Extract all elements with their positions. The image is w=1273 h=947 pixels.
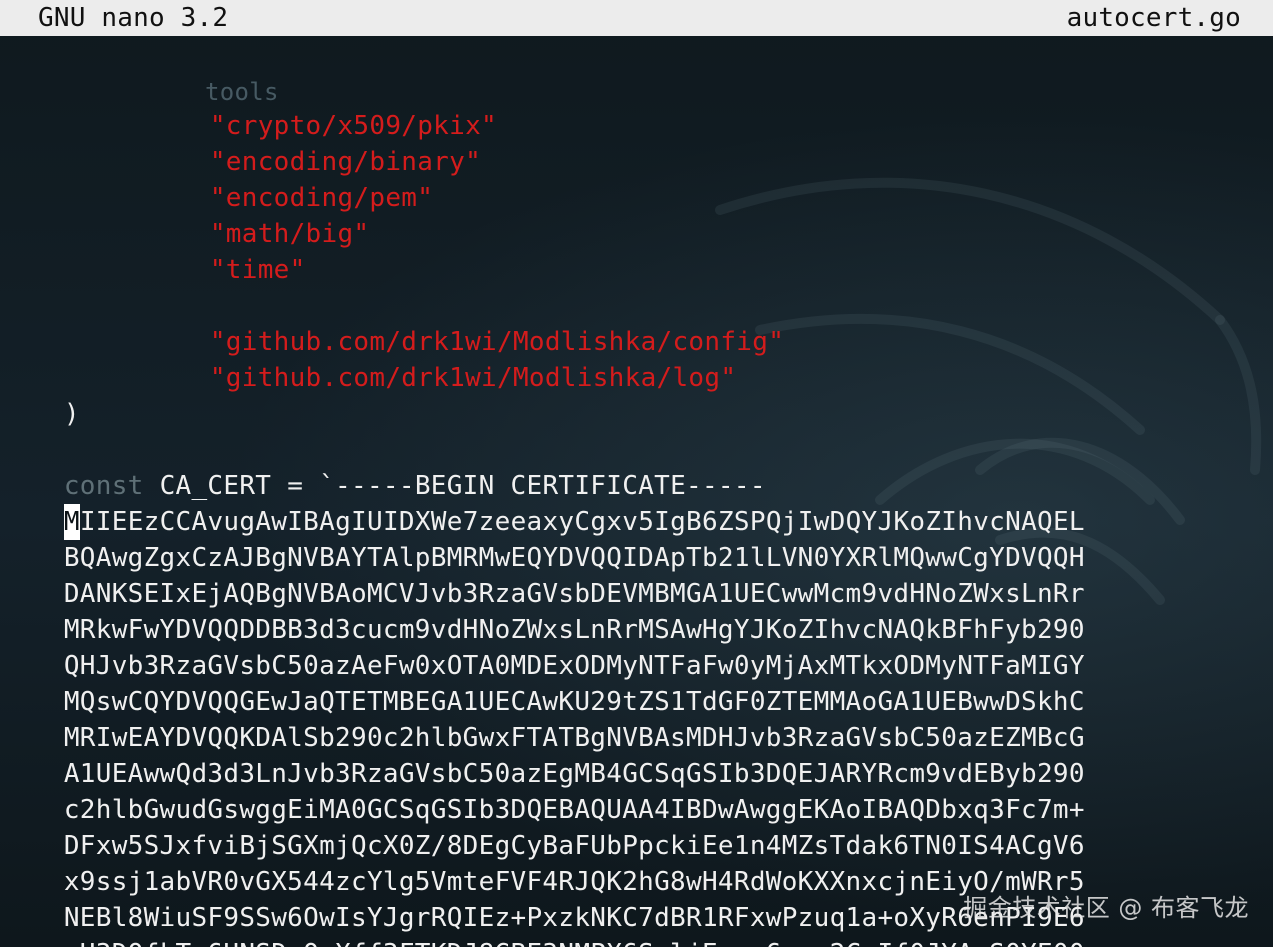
editor-line: MIIEEzCCAvugAwIBAgIUIDXWe7zeeaxyCgxv5IgB… <box>0 468 1085 540</box>
code-text: +H3DQfkTy6HNSDcQpXff3FTKDJ8GBE3NMPX6S+lj… <box>64 939 1085 947</box>
editor-line: MRkwFwYDVQQDDBB3d3cucm9vdHNoZWxsLnRrMSAw… <box>0 576 1085 645</box>
editor-line: ) <box>0 360 80 429</box>
editor-line: x9ssj1abVR0vGX544zcYlg5VmteFVF4RJQK2hG8w… <box>0 828 1085 897</box>
editor-line: MQswCQYDVQQGEwJaQTETMBEGA1UECAwKU29tZS1T… <box>0 648 1085 717</box>
editor-line: "math/big" <box>0 180 369 249</box>
editor-line: MRIwEAYDVQQKDAlSb290c2hlbGwxFTATBgNVBAsM… <box>0 684 1085 753</box>
editor-line: c2hlbGwudGswggEiMA0GCSqGSIb3DQEBAQUAA4IB… <box>0 756 1085 825</box>
code-text: "github.com/drk1wi/Modlishka/log" <box>209 363 737 393</box>
nano-title-bar: GNU nano 3.2 autocert.go <box>0 0 1273 36</box>
code-text: ) <box>63 399 80 429</box>
editor-line: BQAwgZgxCzAJBgNVBAYTAlpBMRMwEQYDVQQIDApT… <box>0 504 1085 573</box>
editor-line: "encoding/binary" <box>0 108 481 177</box>
editor-line: DFxw5SJxfviBjSGXmjQcX0Z/8DEgCyBaFUbPpcki… <box>0 792 1085 861</box>
editor-line: "encoding/pem" <box>0 144 433 213</box>
app-version: GNU nano 3.2 <box>38 3 229 33</box>
editor-line: DANKSEIxEjAQBgNVBAoMCVJvb3RzaGVsbDEVMBMG… <box>0 540 1085 609</box>
editor-line: NEBl8WiuSF9SSw6OwIsYJgrRQIEz+PxzkNKC7dBR… <box>0 864 1085 933</box>
watermark-text: 掘金技术社区 @ 布客飞龙 <box>963 894 1249 922</box>
editor-text-area[interactable]: tools "crypto/x509/pkix" "encoding/binar… <box>0 38 1273 947</box>
editor-line: const CA_CERT = `-----BEGIN CERTIFICATE-… <box>0 432 766 501</box>
editor-line: +H3DQfkTy6HNSDcQpXff3FTKDJ8GBE3NMPX6S+lj… <box>0 900 1085 947</box>
editor-line: A1UEAwwQd3d3LnJvb3RzaGVsbC50azEgMB4GCSqG… <box>0 720 1085 789</box>
editor-line: "crypto/x509/pkix" <box>0 72 497 141</box>
editor-line: "github.com/drk1wi/Modlishka/log" <box>0 324 736 393</box>
editor-line: "github.com/drk1wi/Modlishka/config" <box>0 288 784 357</box>
editor-line: "time" <box>0 216 306 285</box>
editor-line: QHJvb3RzaGVsbC50azAeFw0xOTA0MDExODMyNTFa… <box>0 612 1085 681</box>
code-text: "time" <box>209 255 306 285</box>
file-name: autocert.go <box>1066 3 1241 33</box>
editor-line: tools <box>0 38 279 106</box>
